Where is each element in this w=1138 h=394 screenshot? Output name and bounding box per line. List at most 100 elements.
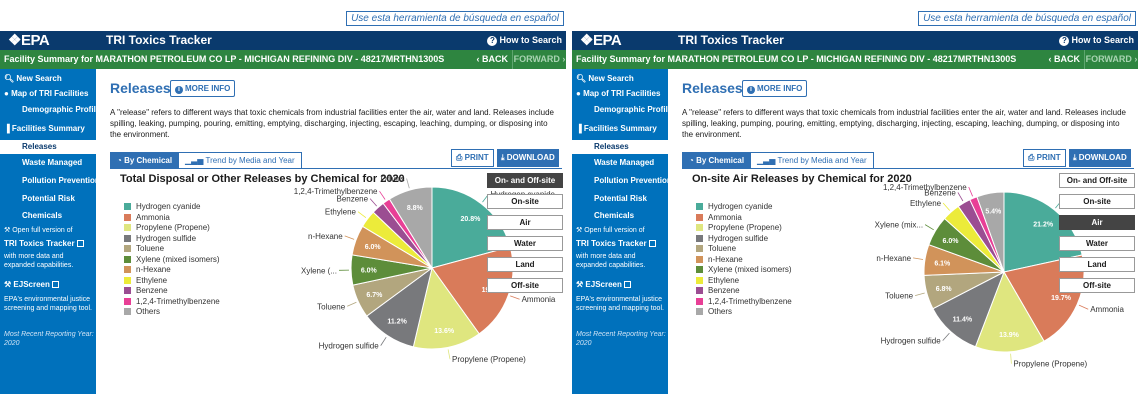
map-pin-icon: ● (576, 89, 584, 98)
sidebar-item-pollution[interactable]: Pollution Prevention (22, 176, 100, 185)
pie-pct-label: 11.4% (953, 317, 973, 324)
ejscreen-desc: EPA's environmental justice screening an… (576, 296, 664, 312)
pie-label-connector (914, 292, 925, 296)
spanish-search-link[interactable]: Use esta herramienta de búsqueda en espa… (346, 11, 564, 26)
sidebar-item-chemicals[interactable]: Chemicals (22, 211, 62, 220)
pie-chart: 21.2%Hydrogen cyanide19.7%Ammonia13.9%Pr… (875, 183, 1129, 369)
pie-label-connector (510, 295, 520, 300)
sidebar-item-chemicals[interactable]: Chemicals (594, 211, 634, 220)
pie-category-label: 1,2,4-Trimethylbenzene (883, 183, 967, 192)
facility-summary-title: Facility Summary for MARATHON PETROLEUM … (4, 54, 445, 64)
back-button[interactable]: ‹ BACK (477, 50, 509, 69)
sidebar-item-waste[interactable]: Waste Managed (594, 158, 654, 167)
open-full-label: Open full version of (584, 227, 645, 234)
wrench-icon: ⚒ (576, 227, 585, 234)
forward-button[interactable]: FORWARD › (512, 50, 566, 69)
ejscreen-desc: EPA's environmental justice screening an… (4, 296, 92, 312)
epa-logo[interactable]: ❖EPA (8, 32, 50, 49)
pie-category-label: Hydrogen sulfide (881, 337, 942, 346)
full-version-link[interactable]: TRI Toxics Tracker (4, 239, 84, 248)
sidebar-item-risk[interactable]: Potential Risk (22, 194, 75, 203)
chevron-right-icon: › (559, 54, 566, 64)
filter-off-site[interactable]: Off-site (1059, 278, 1135, 293)
pie-label-connector (447, 349, 451, 360)
sidebar-item-demographic[interactable]: Demographic Profile (22, 105, 100, 114)
sidebar-item-map[interactable]: ● Map of TRI Facilities (4, 89, 88, 98)
facility-bar: Facility Summary for MARATHON PETROLEUM … (0, 50, 566, 69)
filter-water[interactable]: Water (1059, 236, 1135, 251)
pie-pct-label: 20.8% (460, 216, 481, 223)
external-link-icon (51, 281, 59, 289)
ejscreen-label: EJScreen (585, 280, 622, 289)
pie-category-label: Xylene (mix... (875, 221, 923, 230)
how-to-search-label: How to Search (1071, 35, 1134, 45)
pie-label-connector (379, 190, 386, 200)
filter-off-site[interactable]: Off-site (487, 278, 563, 293)
facility-summary-title: Facility Summary for MARATHON PETROLEUM … (576, 54, 1017, 64)
how-to-search-link[interactable]: ? How to Search (487, 34, 562, 47)
filter-water[interactable]: Water (487, 236, 563, 251)
pie-pct-label: 6.8% (936, 286, 953, 293)
pie-category-label: Propylene (Propene) (1013, 360, 1087, 369)
filter-land[interactable]: Land (487, 257, 563, 272)
sidebar-item-facilities-summary[interactable]: ▐ Facilities Summary (4, 124, 85, 133)
pie-category-label: Hydrogen sulfide (319, 342, 380, 351)
epa-logo[interactable]: ❖EPA (580, 32, 622, 49)
forward-button[interactable]: FORWARD › (1084, 50, 1138, 69)
sidebar-item-risk[interactable]: Potential Risk (594, 194, 647, 203)
pie-label-connector (913, 257, 924, 260)
map-pin-icon: ● (4, 89, 12, 98)
pie-category-label: Toluene (885, 292, 914, 301)
ejscreen-link[interactable]: ⚒ EJScreen (576, 280, 631, 289)
sidebar-item-releases[interactable]: Releases (0, 140, 96, 154)
full-version-label: TRI Toxics Tracker (4, 239, 75, 248)
pie-category-label: Propylene (Propene) (452, 355, 526, 364)
sidebar-item-releases[interactable]: Releases (572, 140, 668, 154)
pie-label-connector (357, 211, 367, 219)
full-version-label: TRI Toxics Tracker (576, 239, 647, 248)
filter-on-site[interactable]: On-site (1059, 194, 1135, 209)
sidebar-item-label: Map of TRI Facilities (11, 89, 89, 98)
filter-air[interactable]: Air (487, 215, 563, 230)
sidebar-item-waste[interactable]: Waste Managed (22, 158, 82, 167)
spanish-search-link[interactable]: Use esta herramienta de búsqueda en espa… (918, 11, 1136, 26)
pie-pct-label: 5.4% (985, 209, 1002, 216)
app-header: ❖EPA TRI Toxics Tracker ? How to Search (0, 31, 566, 50)
filter-air[interactable]: Air (1059, 215, 1135, 230)
ejscreen-link[interactable]: ⚒ EJScreen (4, 280, 59, 289)
how-to-search-link[interactable]: ? How to Search (1059, 34, 1134, 47)
filter-on-and-off-site[interactable]: On- and Off-site (1059, 173, 1135, 188)
sidebar-item-facilities-summary[interactable]: ▐ Facilities Summary (576, 124, 657, 133)
sidebar-item-map[interactable]: ● Map of TRI Facilities (576, 89, 660, 98)
back-label: BACK (482, 54, 508, 64)
sidebar-item-demographic[interactable]: Demographic Profile (594, 105, 672, 114)
sidebar-item-pollution[interactable]: Pollution Prevention (594, 176, 672, 185)
main-content: Releases i MORE INFO A "release" refers t… (96, 69, 566, 394)
sidebar-item-new-search[interactable]: 🔍︎ New Search (576, 74, 634, 83)
external-link-icon (76, 240, 84, 248)
pie-pct-label: 6.7% (366, 292, 383, 299)
pie-pct-label: 13.9% (999, 332, 1020, 339)
pie-label-connector (1010, 353, 1012, 364)
pie-category-label: n-Hexane (308, 232, 343, 241)
sidebar-item-label: New Search (588, 74, 634, 83)
pie-pct-label: 6.0% (943, 238, 960, 245)
pie-pct-label: 6.0% (361, 268, 378, 275)
open-full-version-text: ⚒ Open full version of (576, 226, 666, 235)
sidebar-item-new-search[interactable]: 🔍︎ New Search (4, 74, 62, 83)
pie-pct-label: 13.6% (434, 328, 455, 335)
recent-reporting-year: Most Recent Reporting Year: 2020 (576, 331, 666, 347)
filter-on-and-off-site[interactable]: On- and Off-site (487, 173, 563, 188)
pie-category-label: n-Hexane (876, 254, 911, 263)
app-header: ❖EPA TRI Toxics Tracker ? How to Search (572, 31, 1138, 50)
full-version-link[interactable]: TRI Toxics Tracker (576, 239, 656, 248)
pie-pct-label: 6.1% (934, 261, 951, 268)
filter-land[interactable]: Land (1059, 257, 1135, 272)
help-icon: ? (487, 36, 498, 46)
filter-on-site[interactable]: On-site (487, 194, 563, 209)
pie-label-connector (924, 224, 934, 231)
pie-category-label: Ammonia (1090, 305, 1124, 314)
full-version-desc: with more data and expanded capabilities… (576, 253, 646, 269)
back-button[interactable]: ‹ BACK (1049, 50, 1081, 69)
forward-label: FORWARD (513, 54, 560, 64)
